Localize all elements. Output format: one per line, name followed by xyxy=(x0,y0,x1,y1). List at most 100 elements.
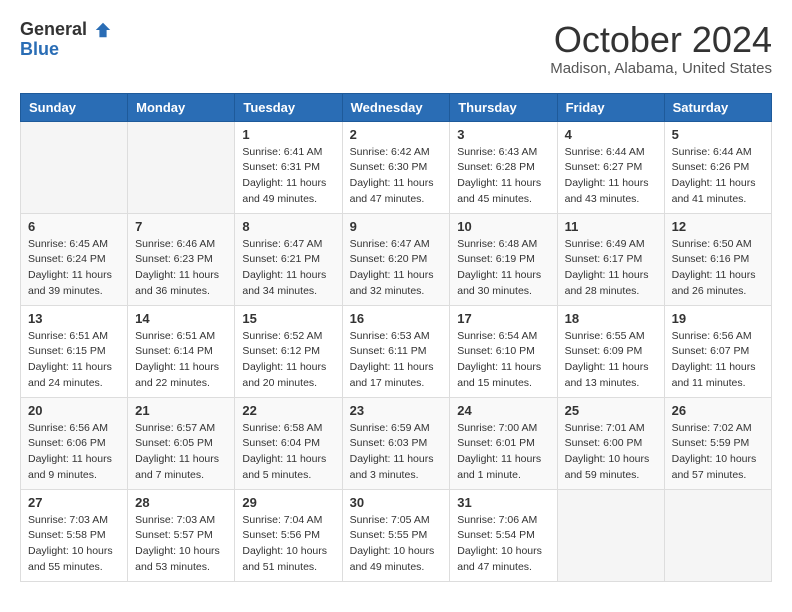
daylight-text: Daylight: 11 hours and 32 minutes. xyxy=(350,268,443,300)
daylight-text: Daylight: 11 hours and 9 minutes. xyxy=(28,452,120,484)
calendar-header-row: Sunday Monday Tuesday Wednesday Thursday… xyxy=(21,93,772,121)
day-number: 29 xyxy=(242,495,334,510)
sunrise-text: Sunrise: 6:58 AM xyxy=(242,421,334,437)
daylight-text: Daylight: 11 hours and 11 minutes. xyxy=(672,360,764,392)
sunrise-text: Sunrise: 6:42 AM xyxy=(350,145,443,161)
day-info: Sunrise: 6:51 AMSunset: 6:14 PMDaylight:… xyxy=(135,329,227,392)
sunset-text: Sunset: 6:30 PM xyxy=(350,160,443,176)
day-info: Sunrise: 6:42 AMSunset: 6:30 PMDaylight:… xyxy=(350,145,443,208)
day-info: Sunrise: 6:56 AMSunset: 6:07 PMDaylight:… xyxy=(672,329,764,392)
header-thursday: Thursday xyxy=(450,93,557,121)
table-row: 12Sunrise: 6:50 AMSunset: 6:16 PMDayligh… xyxy=(664,213,771,305)
sunset-text: Sunset: 6:17 PM xyxy=(565,252,657,268)
sunrise-text: Sunrise: 7:06 AM xyxy=(457,513,549,529)
daylight-text: Daylight: 10 hours and 59 minutes. xyxy=(565,452,657,484)
calendar-week-row: 20 Sunrise: 6:56 AMSunset: 6:06 PMDayligh… xyxy=(21,397,772,489)
day-info: Sunrise: 6:43 AMSunset: 6:28 PMDaylight:… xyxy=(457,145,549,208)
day-number: 7 xyxy=(135,219,227,234)
sunset-text: Sunset: 6:14 PM xyxy=(135,344,227,360)
day-number: 24 xyxy=(457,403,549,418)
daylight-text: Daylight: 11 hours and 34 minutes. xyxy=(242,268,334,300)
sunset-text: Sunset: 6:20 PM xyxy=(350,252,443,268)
sunrise-text: Sunrise: 7:04 AM xyxy=(242,513,334,529)
table-row: 5Sunrise: 6:44 AMSunset: 6:26 PMDaylight… xyxy=(664,121,771,213)
daylight-text: Daylight: 11 hours and 39 minutes. xyxy=(28,268,120,300)
day-info: Sunrise: 7:05 AMSunset: 5:55 PMDaylight:… xyxy=(350,513,443,576)
table-row: 13 Sunrise: 6:51 AMSunset: 6:15 PMDayligh… xyxy=(21,305,128,397)
sunset-text: Sunset: 6:31 PM xyxy=(242,160,334,176)
day-info: Sunrise: 6:51 AMSunset: 6:15 PMDaylight:… xyxy=(28,329,120,392)
sunset-text: Sunset: 6:15 PM xyxy=(28,344,120,360)
sunrise-text: Sunrise: 6:51 AM xyxy=(28,329,120,345)
title-block: October 2024 Madison, Alabama, United St… xyxy=(550,20,772,77)
table-row: 2 Sunrise: 6:42 AMSunset: 6:30 PMDaylight… xyxy=(342,121,450,213)
day-number: 26 xyxy=(672,403,764,418)
daylight-text: Daylight: 11 hours and 15 minutes. xyxy=(457,360,549,392)
day-info: Sunrise: 6:47 AMSunset: 6:20 PMDaylight:… xyxy=(350,237,443,300)
day-number: 11 xyxy=(565,219,657,234)
sunset-text: Sunset: 6:28 PM xyxy=(457,160,549,176)
table-row: 10Sunrise: 6:48 AMSunset: 6:19 PMDayligh… xyxy=(450,213,557,305)
day-number: 13 xyxy=(28,311,120,326)
day-info: Sunrise: 6:56 AMSunset: 6:06 PMDaylight:… xyxy=(28,421,120,484)
sunrise-text: Sunrise: 6:45 AM xyxy=(28,237,120,253)
day-number: 18 xyxy=(565,311,657,326)
table-row: 15Sunrise: 6:52 AMSunset: 6:12 PMDayligh… xyxy=(235,305,342,397)
table-row xyxy=(557,489,664,581)
daylight-text: Daylight: 11 hours and 13 minutes. xyxy=(565,360,657,392)
day-info: Sunrise: 6:59 AMSunset: 6:03 PMDaylight:… xyxy=(350,421,443,484)
table-row: 3 Sunrise: 6:43 AMSunset: 6:28 PMDaylight… xyxy=(450,121,557,213)
sunrise-text: Sunrise: 6:44 AM xyxy=(565,145,657,161)
sunrise-text: Sunrise: 6:59 AM xyxy=(350,421,443,437)
calendar-week-row: 13Sunrise: 6:51 AMSunset: 6:15 PMDayligh… xyxy=(21,305,772,397)
table-row: 8 Sunrise: 6:47 AMSunset: 6:21 PMDaylight… xyxy=(235,213,342,305)
sunrise-text: Sunrise: 6:47 AM xyxy=(242,237,334,253)
table-row: 18 Sunrise: 6:55 AMSunset: 6:09 PMDayligh… xyxy=(557,305,664,397)
day-info: Sunrise: 6:46 AMSunset: 6:23 PMDaylight:… xyxy=(135,237,227,300)
day-info: Sunrise: 6:44 AMSunset: 6:26 PMDaylight:… xyxy=(672,145,764,208)
daylight-text: Daylight: 11 hours and 3 minutes. xyxy=(350,452,443,484)
daylight-text: Daylight: 11 hours and 24 minutes. xyxy=(28,360,120,392)
day-number: 27 xyxy=(28,495,120,510)
daylight-text: Daylight: 10 hours and 57 minutes. xyxy=(672,452,764,484)
day-number: 8 xyxy=(242,219,334,234)
sunrise-text: Sunrise: 6:55 AM xyxy=(565,329,657,345)
day-info: Sunrise: 6:54 AMSunset: 6:10 PMDaylight:… xyxy=(457,329,549,392)
daylight-text: Daylight: 11 hours and 45 minutes. xyxy=(457,176,549,208)
sunset-text: Sunset: 6:09 PM xyxy=(565,344,657,360)
sunrise-text: Sunrise: 6:54 AM xyxy=(457,329,549,345)
sunset-text: Sunset: 5:57 PM xyxy=(135,528,227,544)
sunrise-text: Sunrise: 7:01 AM xyxy=(565,421,657,437)
daylight-text: Daylight: 11 hours and 41 minutes. xyxy=(672,176,764,208)
logo-blue-text: Blue xyxy=(20,40,112,60)
daylight-text: Daylight: 11 hours and 22 minutes. xyxy=(135,360,227,392)
day-number: 20 xyxy=(28,403,120,418)
daylight-text: Daylight: 11 hours and 5 minutes. xyxy=(242,452,334,484)
day-info: Sunrise: 6:44 AMSunset: 6:27 PMDaylight:… xyxy=(565,145,657,208)
day-number: 31 xyxy=(457,495,549,510)
day-info: Sunrise: 7:00 AMSunset: 6:01 PMDaylight:… xyxy=(457,421,549,484)
sunset-text: Sunset: 6:16 PM xyxy=(672,252,764,268)
sunset-text: Sunset: 6:07 PM xyxy=(672,344,764,360)
sunset-text: Sunset: 6:03 PM xyxy=(350,436,443,452)
day-info: Sunrise: 7:06 AMSunset: 5:54 PMDaylight:… xyxy=(457,513,549,576)
table-row: 23Sunrise: 6:59 AMSunset: 6:03 PMDayligh… xyxy=(342,397,450,489)
day-number: 3 xyxy=(457,127,549,142)
day-info: Sunrise: 6:55 AMSunset: 6:09 PMDaylight:… xyxy=(565,329,657,392)
daylight-text: Daylight: 11 hours and 1 minute. xyxy=(457,452,549,484)
sunset-text: Sunset: 6:26 PM xyxy=(672,160,764,176)
table-row: 4Sunrise: 6:44 AMSunset: 6:27 PMDaylight… xyxy=(557,121,664,213)
sunset-text: Sunset: 6:21 PM xyxy=(242,252,334,268)
table-row: 9Sunrise: 6:47 AMSunset: 6:20 PMDaylight… xyxy=(342,213,450,305)
header-tuesday: Tuesday xyxy=(235,93,342,121)
day-number: 2 xyxy=(350,127,443,142)
day-number: 17 xyxy=(457,311,549,326)
day-info: Sunrise: 6:47 AMSunset: 6:21 PMDaylight:… xyxy=(242,237,334,300)
sunset-text: Sunset: 6:06 PM xyxy=(28,436,120,452)
daylight-text: Daylight: 10 hours and 53 minutes. xyxy=(135,544,227,576)
header-friday: Friday xyxy=(557,93,664,121)
daylight-text: Daylight: 11 hours and 30 minutes. xyxy=(457,268,549,300)
sunset-text: Sunset: 6:12 PM xyxy=(242,344,334,360)
day-info: Sunrise: 7:03 AMSunset: 5:58 PMDaylight:… xyxy=(28,513,120,576)
table-row: 22Sunrise: 6:58 AMSunset: 6:04 PMDayligh… xyxy=(235,397,342,489)
